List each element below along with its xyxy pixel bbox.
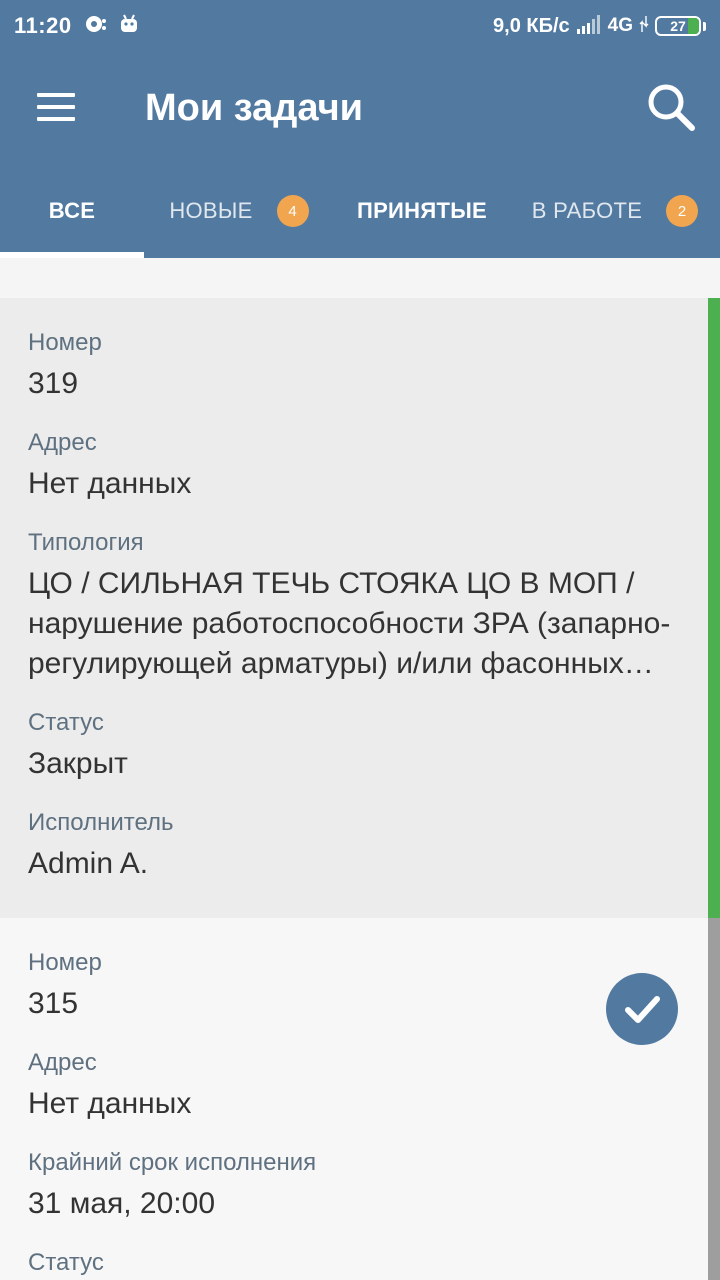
android-icon <box>118 13 140 40</box>
net-speed: 9,0 КБ/с <box>493 14 570 37</box>
status-time: 11:20 <box>14 13 72 38</box>
field-label: Номер <box>28 949 102 976</box>
tab-in-progress-badge: 2 <box>666 195 699 227</box>
field-label: Крайний срок исполнения <box>28 1149 317 1176</box>
battery-icon: 27 <box>655 16 701 36</box>
task-field: Типология ЦО / СИЛЬНАЯ ТЕЧЬ СТОЯКА ЦО В … <box>28 528 692 684</box>
menu-icon <box>37 93 75 97</box>
field-label: Статус <box>28 1249 104 1276</box>
field-label: Типология <box>28 529 144 556</box>
status-stripe <box>708 298 720 918</box>
task-list[interactable]: Номер 319 Адрес Нет данных Типология ЦО … <box>0 258 720 1280</box>
task-number: 319 <box>28 367 79 400</box>
task-address: Нет данных <box>28 467 192 500</box>
tab-in-progress[interactable]: В РАБОТЕ 2 <box>510 164 720 258</box>
task-field: Адрес Нет данных <box>28 428 692 504</box>
tab-bar: ВСЕ НОВЫЕ 4 ПРИНЯТЫЕ В РАБОТЕ 2 <box>0 164 720 258</box>
task-field: Номер 319 <box>28 328 692 404</box>
check-icon <box>625 996 660 1023</box>
task-field: Адрес Нет данных <box>28 1048 692 1124</box>
status-stripe <box>708 918 720 1280</box>
tab-all-label: ВСЕ <box>48 198 96 223</box>
tab-new-badge: 4 <box>276 195 309 227</box>
task-assignee: Admin A. <box>28 847 149 880</box>
task-status: Закрыт <box>28 747 128 780</box>
task-field: Крайний срок исполнения 31 мая, 20:00 <box>28 1148 692 1224</box>
tab-new[interactable]: НОВЫЕ 4 <box>144 164 334 258</box>
task-address: Нет данных <box>28 1087 192 1120</box>
search-icon <box>648 84 695 131</box>
data-arrows-icon <box>639 15 649 38</box>
task-field: Статус <box>28 1248 692 1280</box>
page-title: Мои задачи <box>145 87 364 129</box>
task-field: Исполнитель Admin A. <box>28 808 692 884</box>
tab-in-progress-label: В РАБОТЕ <box>531 198 643 223</box>
field-label: Адрес <box>28 1049 97 1076</box>
tab-new-label: НОВЫЕ <box>169 198 253 223</box>
task-deadline: 31 мая, 20:00 <box>28 1187 216 1220</box>
task-typology: ЦО / СИЛЬНАЯ ТЕЧЬ СТОЯКА ЦО В МОП / нару… <box>28 567 671 680</box>
search-button[interactable] <box>642 78 702 138</box>
network-type: 4G <box>607 15 633 36</box>
battery-tip <box>703 21 706 31</box>
menu-button[interactable] <box>26 82 86 132</box>
status-bar: 11:20 9,0 КБ/с 4G 27 <box>0 0 720 52</box>
task-number: 315 <box>28 987 79 1020</box>
app-bar: Мои задачи <box>0 52 720 164</box>
field-label: Исполнитель <box>28 809 174 836</box>
battery-level: 27 <box>670 18 686 34</box>
task-field: Статус Закрыт <box>28 708 692 784</box>
tab-accepted[interactable]: ПРИНЯТЫЕ <box>334 164 510 258</box>
accept-task-button[interactable] <box>606 973 678 1045</box>
tab-accepted-label: ПРИНЯТЫЕ <box>356 198 488 223</box>
task-field: Номер 315 <box>28 948 692 1024</box>
task-card[interactable]: Номер 319 Адрес Нет данных Типология ЦО … <box>0 298 720 918</box>
field-label: Адрес <box>28 429 97 456</box>
sync-icon <box>84 13 108 40</box>
task-card[interactable]: Номер 315 Адрес Нет данных Крайний срок … <box>0 918 720 1280</box>
field-label: Номер <box>28 329 102 356</box>
field-label: Статус <box>28 709 104 736</box>
tab-all[interactable]: ВСЕ <box>0 164 144 258</box>
signal-icon <box>576 13 602 40</box>
